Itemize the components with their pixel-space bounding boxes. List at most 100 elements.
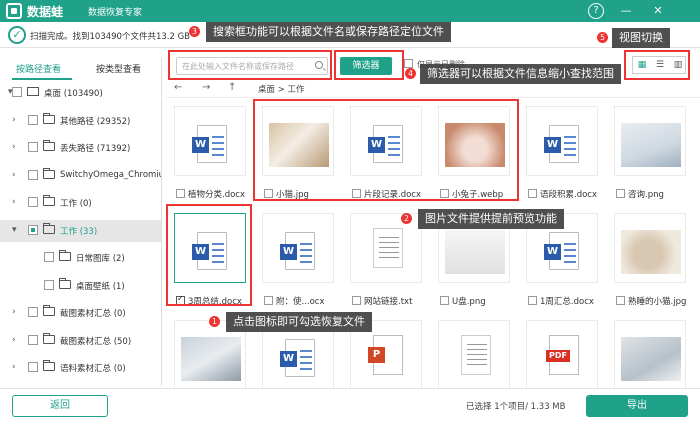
monitor-icon bbox=[27, 87, 39, 96]
tree-item-label: 丢失路径 (71392) bbox=[60, 144, 131, 154]
folder-icon bbox=[59, 277, 71, 289]
image-thumbnail bbox=[621, 337, 681, 381]
text-file-icon bbox=[461, 335, 491, 375]
tree-item[interactable]: › 其他路径 (29352) bbox=[0, 110, 161, 132]
file-tile[interactable]: 网站链接.txt bbox=[346, 205, 428, 312]
tab-by-type[interactable]: 按类型查看 bbox=[96, 62, 141, 75]
text-file-icon bbox=[373, 228, 403, 268]
check-icon: ✓ bbox=[8, 26, 26, 44]
chevron-right-icon[interactable]: › bbox=[12, 197, 16, 207]
app-logo-icon bbox=[6, 3, 22, 19]
file-checkbox[interactable] bbox=[176, 189, 185, 198]
folder-icon bbox=[59, 250, 71, 261]
file-tile[interactable]: 咨询.png bbox=[610, 98, 692, 205]
file-thumbnail[interactable]: PDF bbox=[526, 320, 598, 388]
file-checkbox[interactable] bbox=[528, 296, 537, 305]
file-tile[interactable] bbox=[434, 312, 516, 388]
tree-item[interactable]: › 截图素材汇总 (0) bbox=[0, 302, 161, 324]
chevron-right-icon[interactable]: › bbox=[12, 142, 16, 152]
tree-item[interactable]: › SwitchyOmega_Chromium bbox=[0, 165, 161, 187]
chevron-right-icon[interactable]: › bbox=[12, 362, 16, 372]
file-name: 网站链接.txt bbox=[364, 297, 413, 307]
callout-search: 搜索框功能可以根据文件名或保存路径定位文件 bbox=[206, 22, 451, 42]
file-thumbnail[interactable]: W bbox=[526, 106, 598, 176]
file-checkbox[interactable] bbox=[528, 189, 537, 198]
tree-checkbox[interactable] bbox=[28, 169, 38, 180]
sidebar: 按路径查看 按类型查看 ▾ 桌面 (103490) › 其他路径 (29352) › 丢失… bbox=[0, 58, 162, 386]
folder-icon bbox=[43, 360, 55, 371]
tree-checkbox[interactable] bbox=[44, 279, 54, 290]
help-icon[interactable]: ? bbox=[588, 3, 604, 19]
word-file-icon: W bbox=[544, 232, 579, 270]
tree-item[interactable]: › 丢失路径 (71392) bbox=[0, 137, 161, 159]
preview-highlight-box bbox=[253, 99, 519, 201]
chevron-down-icon[interactable]: ▾ bbox=[12, 225, 17, 235]
tree-item-label: 桌面 (103490) bbox=[44, 89, 103, 99]
file-thumbnail[interactable] bbox=[614, 106, 686, 176]
callout-badge-1: 1 bbox=[209, 316, 220, 327]
folder-icon bbox=[43, 195, 55, 206]
file-thumbnail[interactable]: W bbox=[174, 106, 246, 176]
app-name: 数据蛙 bbox=[27, 5, 64, 19]
tree-checkbox[interactable] bbox=[12, 87, 22, 97]
tree-item[interactable]: 日常图库 (2) bbox=[0, 247, 161, 269]
close-button[interactable]: ✕ bbox=[650, 3, 666, 19]
file-thumbnail[interactable] bbox=[438, 320, 510, 388]
folder-icon bbox=[43, 222, 55, 234]
file-checkbox[interactable] bbox=[440, 296, 449, 305]
folder-icon bbox=[43, 167, 55, 179]
chevron-right-icon[interactable]: › bbox=[12, 307, 16, 317]
back-arrow-icon[interactable]: ← bbox=[174, 82, 182, 93]
file-tile[interactable]: 熟睡的小猫.jpg bbox=[610, 205, 692, 312]
file-checkbox[interactable] bbox=[352, 296, 361, 305]
tree-checkbox[interactable] bbox=[28, 362, 38, 372]
tree-item[interactable]: ▾ 工作 (33) bbox=[0, 219, 161, 242]
tree-checkbox[interactable] bbox=[28, 114, 38, 125]
back-button[interactable]: 返回 bbox=[12, 395, 108, 417]
tree-checkbox[interactable] bbox=[28, 197, 38, 207]
app-subtitle: 数据恢复专家 bbox=[88, 8, 143, 18]
file-tile[interactable] bbox=[610, 312, 692, 388]
file-tile[interactable]: W 语段积累.docx bbox=[522, 98, 604, 205]
tree-checkbox[interactable] bbox=[28, 224, 38, 235]
scan-status-text: 扫描完成。找到103490个文件共13.2 GB bbox=[30, 32, 190, 42]
tree-item[interactable]: 桌面壁纸 (1) bbox=[0, 275, 161, 297]
word-letter: W bbox=[280, 351, 297, 367]
footer-bar: 返回 已选择 1个项目/ 1.33 MB 导出 bbox=[0, 388, 700, 423]
word-letter: W bbox=[544, 244, 561, 260]
tree-item-label: 截图素材汇总 (50) bbox=[60, 336, 132, 347]
only-deleted-checkbox[interactable] bbox=[404, 59, 413, 68]
filter-highlight-box bbox=[334, 50, 404, 80]
export-button[interactable]: 导出 bbox=[586, 395, 688, 417]
selection-info: 已选择 1个项目/ 1.33 MB bbox=[466, 402, 566, 412]
file-name: 语段积累.docx bbox=[540, 190, 598, 200]
up-arrow-icon[interactable]: ↑ bbox=[228, 82, 236, 93]
tree-checkbox[interactable] bbox=[28, 142, 38, 152]
file-thumbnail[interactable]: W bbox=[262, 213, 334, 283]
file-thumbnail[interactable] bbox=[614, 320, 686, 388]
file-checkbox[interactable] bbox=[616, 189, 625, 198]
chevron-right-icon[interactable]: › bbox=[12, 335, 16, 345]
callout-filter: 筛选器可以根据文件信息缩小查找范围 bbox=[420, 64, 621, 84]
file-thumbnail[interactable] bbox=[350, 213, 422, 283]
forward-arrow-icon[interactable]: → bbox=[202, 82, 210, 93]
file-tile[interactable]: W 附：使...ocx bbox=[258, 205, 340, 312]
tree-item[interactable]: › 语料素材汇总 (0) bbox=[0, 357, 161, 379]
chevron-right-icon[interactable]: › bbox=[12, 170, 16, 180]
file-thumbnail[interactable] bbox=[614, 213, 686, 283]
tree-item[interactable]: ▾ 桌面 (103490) bbox=[0, 82, 161, 104]
active-tab-indicator bbox=[12, 78, 72, 80]
minimize-button[interactable]: — bbox=[618, 3, 634, 19]
image-thumbnail bbox=[181, 337, 241, 381]
tree-item[interactable]: › 工作 (0) bbox=[0, 192, 161, 214]
file-checkbox[interactable] bbox=[264, 296, 273, 305]
tree-item[interactable]: › 截图素材汇总 (50) bbox=[0, 330, 161, 352]
file-tile[interactable]: PDF bbox=[522, 312, 604, 388]
tree-checkbox[interactable] bbox=[28, 307, 38, 317]
file-checkbox[interactable] bbox=[616, 296, 625, 305]
chevron-right-icon[interactable]: › bbox=[12, 115, 16, 125]
tab-by-path[interactable]: 按路径查看 bbox=[16, 62, 61, 75]
file-tile[interactable]: W 植物分类.docx bbox=[170, 98, 252, 205]
tree-checkbox[interactable] bbox=[28, 334, 38, 345]
tree-checkbox[interactable] bbox=[44, 252, 54, 262]
